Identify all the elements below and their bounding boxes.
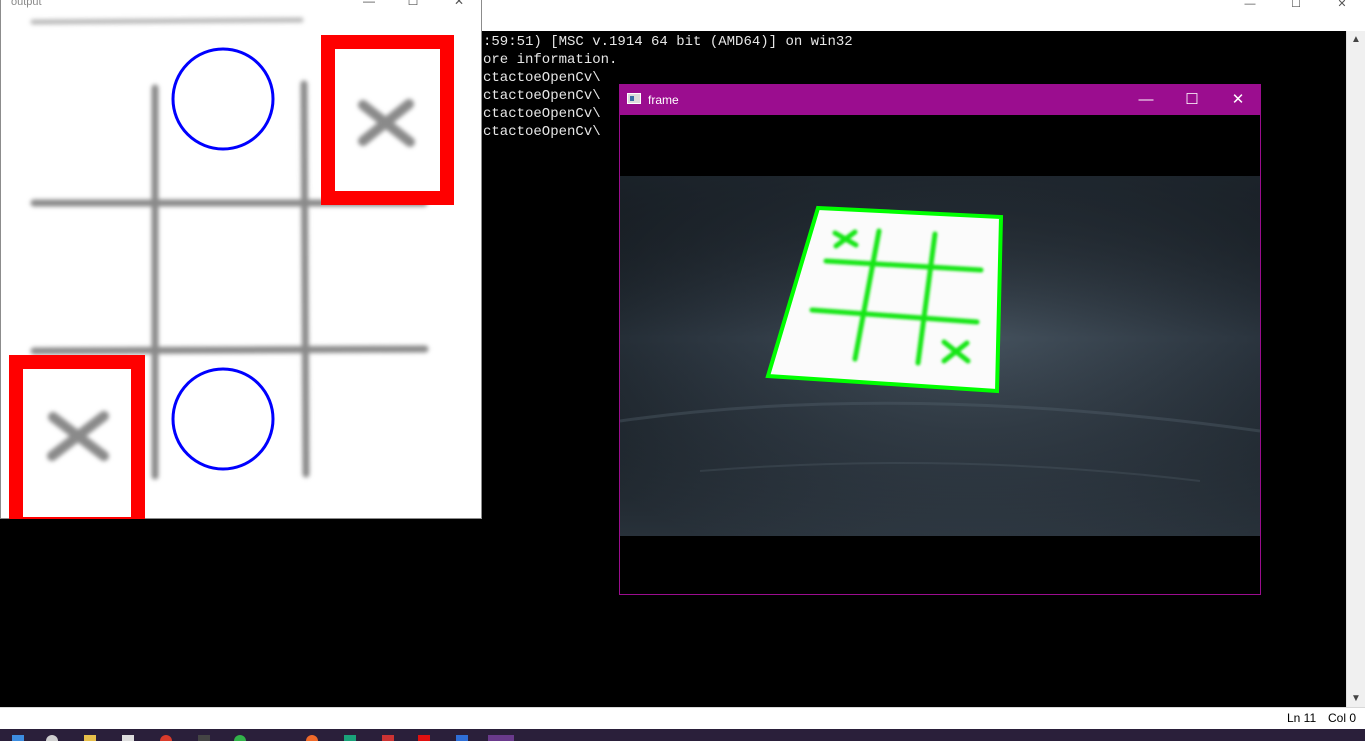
close-icon[interactable]: ✕ [1319,0,1365,14]
highlight-boxes [9,35,454,519]
minimize-icon[interactable]: — [1227,0,1273,14]
app-icon[interactable] [456,735,468,741]
window-title: output [11,0,42,8]
output-window-titlebar[interactable]: output — ☐ ✕ [1,0,481,10]
minimize-button[interactable]: — [354,0,384,8]
editor-icon[interactable] [344,735,356,741]
status-bar: Ln 11 Col 0 [0,707,1365,730]
x-marks [47,99,415,461]
window-app-icon [627,93,641,104]
app-icon[interactable] [418,735,430,741]
output-board-image [9,17,454,519]
folder-icon[interactable] [84,735,96,741]
frame-window[interactable]: frame — ☐ ✕ [619,84,1261,595]
minimize-button[interactable]: — [1123,88,1169,112]
chrome-icon[interactable] [234,735,246,741]
line-indicator: Ln 11 [1287,711,1317,725]
search-icon[interactable] [46,735,58,741]
console-line: :59:51) [MSC v.1914 64 bit (AMD64)] on w… [483,34,853,50]
close-button[interactable]: ✕ [444,0,474,8]
scroll-up-icon[interactable]: ▲ [1351,34,1361,45]
console-line: ore information. [483,52,618,68]
app-icon[interactable] [198,735,210,741]
firefox-icon[interactable] [306,735,318,741]
maximize-icon[interactable]: ☐ [1273,0,1319,14]
maximize-button[interactable]: ☐ [1169,88,1215,112]
output-window[interactable]: output — ☐ ✕ [0,0,482,519]
start-icon[interactable] [12,735,24,741]
browser-icon[interactable] [160,735,172,741]
scroll-down-icon[interactable]: ▼ [1351,693,1361,704]
column-indicator: Col 0 [1328,711,1357,725]
close-button[interactable]: ✕ [1215,88,1261,112]
maximize-button[interactable]: ☐ [398,0,428,8]
active-app-icon[interactable] [488,735,514,741]
vertical-scrollbar[interactable]: ▲ ▼ [1346,31,1365,707]
app-icon[interactable] [382,735,394,741]
o-marks [171,47,275,471]
camera-feed [620,115,1260,594]
window-title: frame [648,93,679,107]
background-window-controls: — ☐ ✕ [1227,0,1365,14]
taskbar [0,729,1365,741]
window-icon[interactable] [122,735,134,741]
board-grid [30,17,429,480]
frame-window-titlebar[interactable]: frame — ☐ ✕ [620,85,1260,115]
